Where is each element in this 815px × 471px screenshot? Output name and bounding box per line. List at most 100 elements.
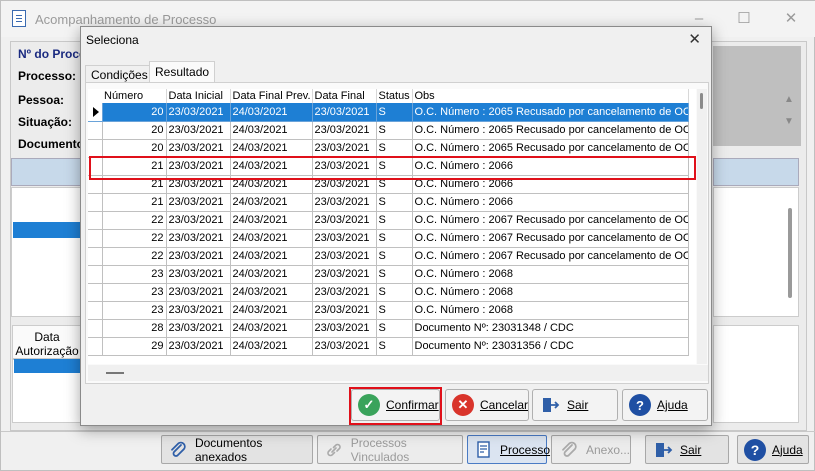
table-row[interactable]: 23 23/03/2021 24/03/2021 23/03/2021 S O.C. Nú… [88, 301, 689, 320]
documentos-anexados-label: Documentos anexados [194, 435, 263, 464]
tab-resultado[interactable]: Resultado [149, 61, 216, 83]
column-header-numero[interactable]: Número [102, 89, 167, 103]
background-header-band [11, 158, 81, 186]
cell-data-inicial: 23/03/2021 [166, 157, 231, 176]
horizontal-scroll-thumb[interactable] [106, 372, 124, 374]
table-row[interactable]: 22 23/03/2021 24/03/2021 23/03/2021 S O.C. Nú… [88, 247, 689, 266]
column-header-data-final-prev[interactable]: Data Final Prev. [230, 89, 313, 103]
label-numero-processo: Nº do Proce [18, 47, 86, 61]
cell-numero: 22 [102, 229, 167, 248]
chevron-down-icon[interactable]: ▼ [784, 116, 794, 127]
cell-data-final: 23/03/2021 [312, 337, 377, 356]
grid-horizontal-scrollbar[interactable] [88, 365, 708, 381]
dialog-close-icon[interactable]: ✕ [688, 30, 701, 48]
exit-door-icon [539, 394, 561, 416]
cell-data-inicial: 23/03/2021 [166, 229, 231, 248]
cell-obs: O.C. Número : 2066 [412, 175, 689, 194]
ajuda-button[interactable]: ? Ajuda [622, 389, 708, 421]
row-indicator [88, 175, 103, 194]
row-indicator [88, 139, 103, 158]
anexo-button[interactable]: Anexo... [551, 435, 631, 464]
maximize-icon[interactable]: ☐ [734, 9, 754, 29]
label-documento: Documento [18, 137, 84, 151]
cell-numero: 22 [102, 211, 167, 230]
row-indicator [88, 301, 103, 320]
cell-status: S [376, 229, 413, 248]
table-row[interactable]: 20 23/03/2021 24/03/2021 23/03/2021 S O.C. Nú… [88, 121, 689, 140]
row-indicator [88, 337, 103, 356]
grid-vertical-scrollbar[interactable] [697, 89, 707, 364]
background-scrollbar[interactable] [788, 208, 792, 298]
cell-status: S [376, 157, 413, 176]
cell-status: S [376, 283, 413, 302]
cell-obs: Documento Nº: 23031356 / CDC [412, 337, 689, 356]
row-indicator [88, 211, 103, 230]
row-indicator [88, 193, 103, 212]
cell-status: S [376, 211, 413, 230]
cell-data-final-prev: 24/03/2021 [230, 283, 313, 302]
table-row[interactable]: 22 23/03/2021 24/03/2021 23/03/2021 S O.C. Nú… [88, 229, 689, 248]
column-header-data-inicial[interactable]: Data Inicial [166, 89, 231, 103]
toolbar-divider [1, 431, 815, 432]
table-row[interactable]: 20 23/03/2021 24/03/2021 23/03/2021 S O.C. Nú… [88, 139, 689, 158]
grid-header-autorizacao: Autorização [15, 344, 79, 358]
table-row[interactable]: 28 23/03/2021 24/03/2021 23/03/2021 S Documen… [88, 319, 689, 338]
column-header-status[interactable]: Status [376, 89, 413, 103]
column-header-obs[interactable]: Obs [412, 89, 689, 103]
cell-data-inicial: 23/03/2021 [166, 103, 231, 122]
cell-data-final: 23/03/2021 [312, 121, 377, 140]
cell-data-inicial: 23/03/2021 [166, 247, 231, 266]
processos-vinculados-button[interactable]: Processos Vinculados [317, 435, 463, 464]
cell-data-final: 23/03/2021 [312, 283, 377, 302]
paperclip-icon [168, 439, 189, 461]
confirmar-button[interactable]: ✓ Confirmar [351, 389, 440, 421]
row-indicator [88, 229, 103, 248]
cell-numero: 20 [102, 139, 167, 158]
cancelar-button[interactable]: ✕ Cancelar [445, 389, 529, 421]
cell-status: S [376, 175, 413, 194]
ajuda-toolbar-button[interactable]: ? Ajuda [737, 435, 809, 464]
table-row[interactable]: 23 23/03/2021 24/03/2021 23/03/2021 S O.C. Nú… [88, 265, 689, 284]
cell-obs: O.C. Número : 2068 [412, 265, 689, 284]
tab-condicoes[interactable]: Condições [85, 65, 154, 83]
cell-data-inicial: 23/03/2021 [166, 211, 231, 230]
cell-data-final-prev: 24/03/2021 [230, 211, 313, 230]
sair-toolbar-button[interactable]: Sair [645, 435, 729, 464]
cell-status: S [376, 319, 413, 338]
cell-obs: O.C. Número : 2067 Recusado por cancelam… [412, 229, 689, 248]
check-icon: ✓ [358, 394, 380, 416]
table-row[interactable]: 29 23/03/2021 24/03/2021 23/03/2021 S Documen… [88, 337, 689, 356]
ajuda-toolbar-label: Ajuda [772, 442, 803, 457]
background-selected-row[interactable] [13, 222, 83, 238]
cell-data-inicial: 23/03/2021 [166, 193, 231, 212]
table-row[interactable]: 21 23/03/2021 24/03/2021 23/03/2021 S O.C. Nú… [88, 193, 689, 212]
cell-data-inicial: 23/03/2021 [166, 175, 231, 194]
row-indicator [88, 157, 103, 176]
processo-label: Processo [500, 442, 551, 457]
vertical-scroll-thumb[interactable] [700, 93, 703, 109]
label-processo: Processo: [18, 69, 77, 83]
table-row[interactable]: 20 23/03/2021 24/03/2021 23/03/2021 S O.C. Nú… [88, 103, 689, 122]
close-icon[interactable]: ✕ [781, 9, 801, 29]
paperclip-disabled-icon [558, 439, 580, 461]
documentos-anexados-button[interactable]: Documentos anexados [161, 435, 313, 464]
cell-data-final-prev: 24/03/2021 [230, 121, 313, 140]
cell-data-final: 23/03/2021 [312, 157, 377, 176]
sair-button[interactable]: Sair [532, 389, 618, 421]
table-row[interactable]: 21 23/03/2021 24/03/2021 23/03/2021 S O.C. Nú… [88, 157, 689, 176]
table-row[interactable]: 21 23/03/2021 24/03/2021 23/03/2021 S O.C. Nú… [88, 175, 689, 194]
column-header-data-final[interactable]: Data Final [312, 89, 377, 103]
cell-status: S [376, 139, 413, 158]
chevron-up-icon[interactable]: ▲ [784, 94, 794, 105]
label-situacao: Situação: [18, 115, 73, 129]
seleciona-dialog: Seleciona ✕ Condições Resultado Número D… [80, 26, 712, 426]
cell-status: S [376, 301, 413, 320]
table-row[interactable]: 23 23/03/2021 24/03/2021 23/03/2021 S O.C. Nú… [88, 283, 689, 302]
table-row[interactable]: 22 23/03/2021 24/03/2021 23/03/2021 S O.C. Nú… [88, 211, 689, 230]
background-list [11, 187, 83, 317]
cell-data-final: 23/03/2021 [312, 265, 377, 284]
background-grid-selected-row[interactable] [14, 359, 82, 373]
cancelar-label: Cancelar [479, 398, 528, 412]
cell-status: S [376, 247, 413, 266]
processo-button[interactable]: Processo [467, 435, 551, 464]
